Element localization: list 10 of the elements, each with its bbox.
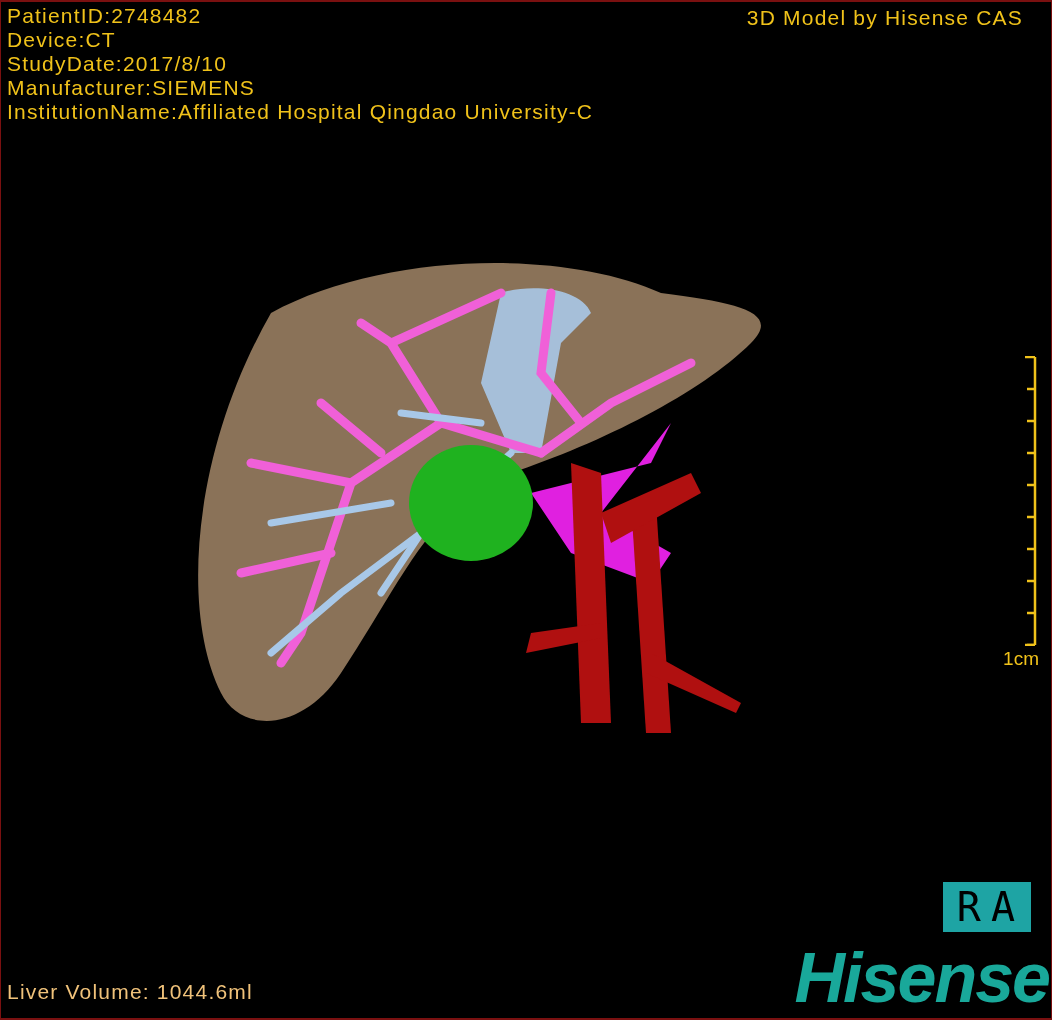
- info-text: InstitutionName:Affiliated Hospital Qingdao University-C: [7, 100, 594, 124]
- info-text: StudyDate:2017/8/10: [7, 52, 229, 76]
- orientation-badge: RA: [942, 882, 1031, 932]
- title-text: 3D Model by Hisense CAS: [746, 5, 1023, 31]
- info-text: Manufacturer:SIEMENS: [7, 76, 257, 100]
- liver-volume-text: Liver Volume: 1044.6ml: [7, 980, 253, 1004]
- info-text: Device:CT: [7, 28, 117, 52]
- info-text: PatientID:2748482: [7, 4, 203, 28]
- logo-text: Hisense: [794, 942, 1049, 1014]
- scale-label: 1cm: [1003, 648, 1039, 670]
